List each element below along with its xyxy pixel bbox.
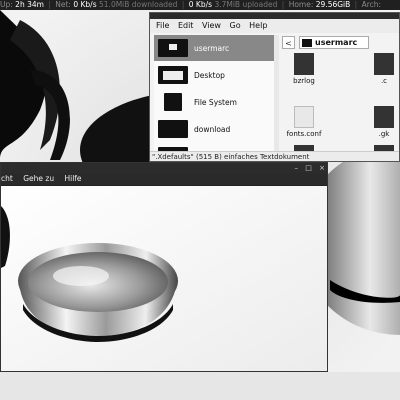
file-name: bzrlog: [293, 77, 315, 85]
download-total: 51.0MiB downloaded: [99, 0, 178, 9]
file-name: fonts.conf: [286, 130, 322, 138]
upload-total: 3.7MiB uploaded: [214, 0, 278, 9]
net-label: Net:: [55, 0, 71, 9]
home-space-value: 29.56GiB: [315, 0, 351, 9]
bowl-photo: [1, 186, 327, 371]
sidebar-item-label: download: [194, 125, 231, 134]
window-titlebar[interactable]: – □ ×: [1, 163, 327, 173]
file-icon: [374, 53, 394, 75]
image-viewer-window: – □ × cht Gehe zu Hilfe: [0, 162, 328, 372]
breadcrumb-current[interactable]: usermarc: [299, 36, 369, 49]
file-item[interactable]: fonts.conf: [282, 106, 326, 138]
sidebar-item-download[interactable]: download: [154, 116, 274, 142]
home-label: Home:: [288, 0, 314, 9]
uptime-label: Up:: [0, 0, 13, 9]
places-sidebar: usermarc Desktop File System download: [154, 35, 275, 160]
upload-rate: 0 Kb/s: [188, 0, 213, 9]
menu-go-to[interactable]: Gehe zu: [23, 173, 54, 185]
desktop-icon: [158, 66, 188, 84]
menu-bar: File Edit View Go Help: [150, 19, 399, 33]
sidebar-item-label: Desktop: [194, 71, 225, 80]
sidebar-item-home[interactable]: usermarc: [154, 35, 274, 61]
file-item[interactable]: .gk: [362, 106, 399, 138]
menu-view[interactable]: View: [202, 19, 221, 33]
sidebar-item-label: usermarc: [194, 44, 230, 53]
maximize-button[interactable]: □: [305, 164, 312, 172]
breadcrumb-label: usermarc: [315, 38, 358, 47]
sidebar-item-label: File System: [194, 98, 237, 107]
file-grid: bzrlog .c fonts.conf .gk: [282, 53, 399, 159]
file-item[interactable]: bzrlog: [282, 53, 326, 85]
download-rate: 0 Kb/s: [73, 0, 97, 9]
folder-icon: [158, 120, 188, 138]
menu-file[interactable]: File: [156, 19, 169, 33]
file-icon: [294, 53, 314, 75]
uptime-value: 2h 34m: [15, 0, 44, 9]
text-file-icon: [294, 106, 314, 128]
sidebar-item-desktop[interactable]: Desktop: [154, 62, 274, 88]
close-button[interactable]: ×: [319, 164, 325, 172]
window-controls: – □ ×: [290, 164, 325, 172]
file-icon: [374, 106, 394, 128]
arch-label: Arch:: [361, 0, 382, 9]
menu-go[interactable]: Go: [230, 19, 241, 33]
menu-edit[interactable]: Edit: [178, 19, 194, 33]
menu-view[interactable]: cht: [1, 173, 13, 185]
home-folder-icon: [302, 39, 312, 47]
drive-icon: [164, 93, 182, 111]
file-manager-window: File Edit View Go Help usermarc Desktop …: [149, 12, 400, 162]
menu-help[interactable]: Help: [249, 19, 267, 33]
viewer-menu-bar: cht Gehe zu Hilfe: [1, 173, 327, 185]
file-name: .gk: [378, 130, 390, 138]
sidebar-item-filesystem[interactable]: File System: [154, 89, 274, 115]
sidebar-scrollbar[interactable]: [274, 35, 279, 160]
menu-help[interactable]: Hilfe: [64, 173, 81, 185]
back-button[interactable]: <: [282, 36, 295, 49]
path-bar: < usermarc: [282, 36, 399, 50]
file-item[interactable]: .c: [362, 53, 399, 85]
system-status-bar: Up: 2h 34m | Net: 0 Kb/s 51.0MiB downloa…: [0, 0, 400, 10]
home-folder-icon: [158, 39, 188, 57]
file-name: .c: [380, 77, 388, 85]
image-canvas[interactable]: [1, 186, 327, 371]
minimize-button[interactable]: –: [295, 164, 299, 172]
file-manager-statusbar: ".Xdefaults" (515 B) einfaches Textdokum…: [150, 151, 399, 161]
